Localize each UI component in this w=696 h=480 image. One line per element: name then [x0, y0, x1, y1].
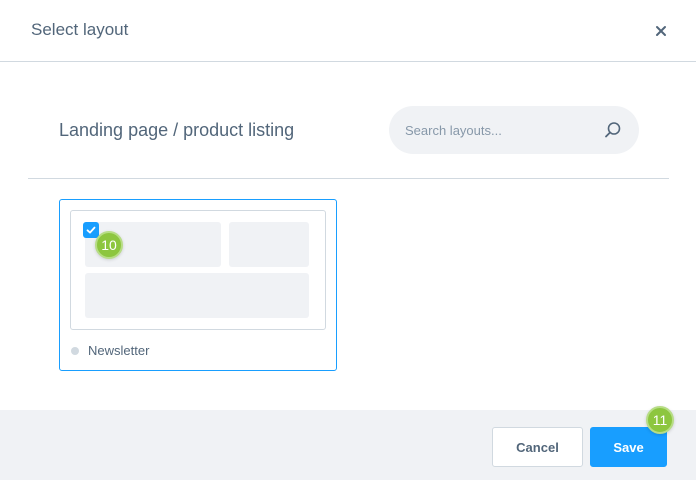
cancel-button[interactable]: Cancel [492, 427, 583, 467]
search-field[interactable] [389, 106, 639, 154]
search-input[interactable] [405, 120, 595, 140]
step-badge-10: 10 [95, 231, 123, 259]
layout-card-newsletter[interactable]: Newsletter [59, 199, 337, 371]
preview-block [85, 273, 309, 318]
layout-preview [70, 210, 326, 330]
close-icon[interactable] [651, 21, 671, 41]
layout-section-title: Landing page / product listing [59, 120, 295, 140]
modal-title: Select layout [31, 20, 129, 39]
layout-checkbox[interactable] [83, 222, 99, 238]
layout-card-label: Newsletter [88, 343, 150, 358]
status-dot [71, 347, 79, 355]
check-icon [86, 226, 96, 234]
search-icon[interactable] [604, 121, 622, 139]
select-layout-modal: Select layout Landing page / product lis… [0, 0, 696, 480]
modal-header: Select layout [0, 0, 696, 62]
preview-block [229, 222, 309, 267]
divider [28, 178, 669, 179]
step-badge-11: 11 [646, 406, 674, 434]
